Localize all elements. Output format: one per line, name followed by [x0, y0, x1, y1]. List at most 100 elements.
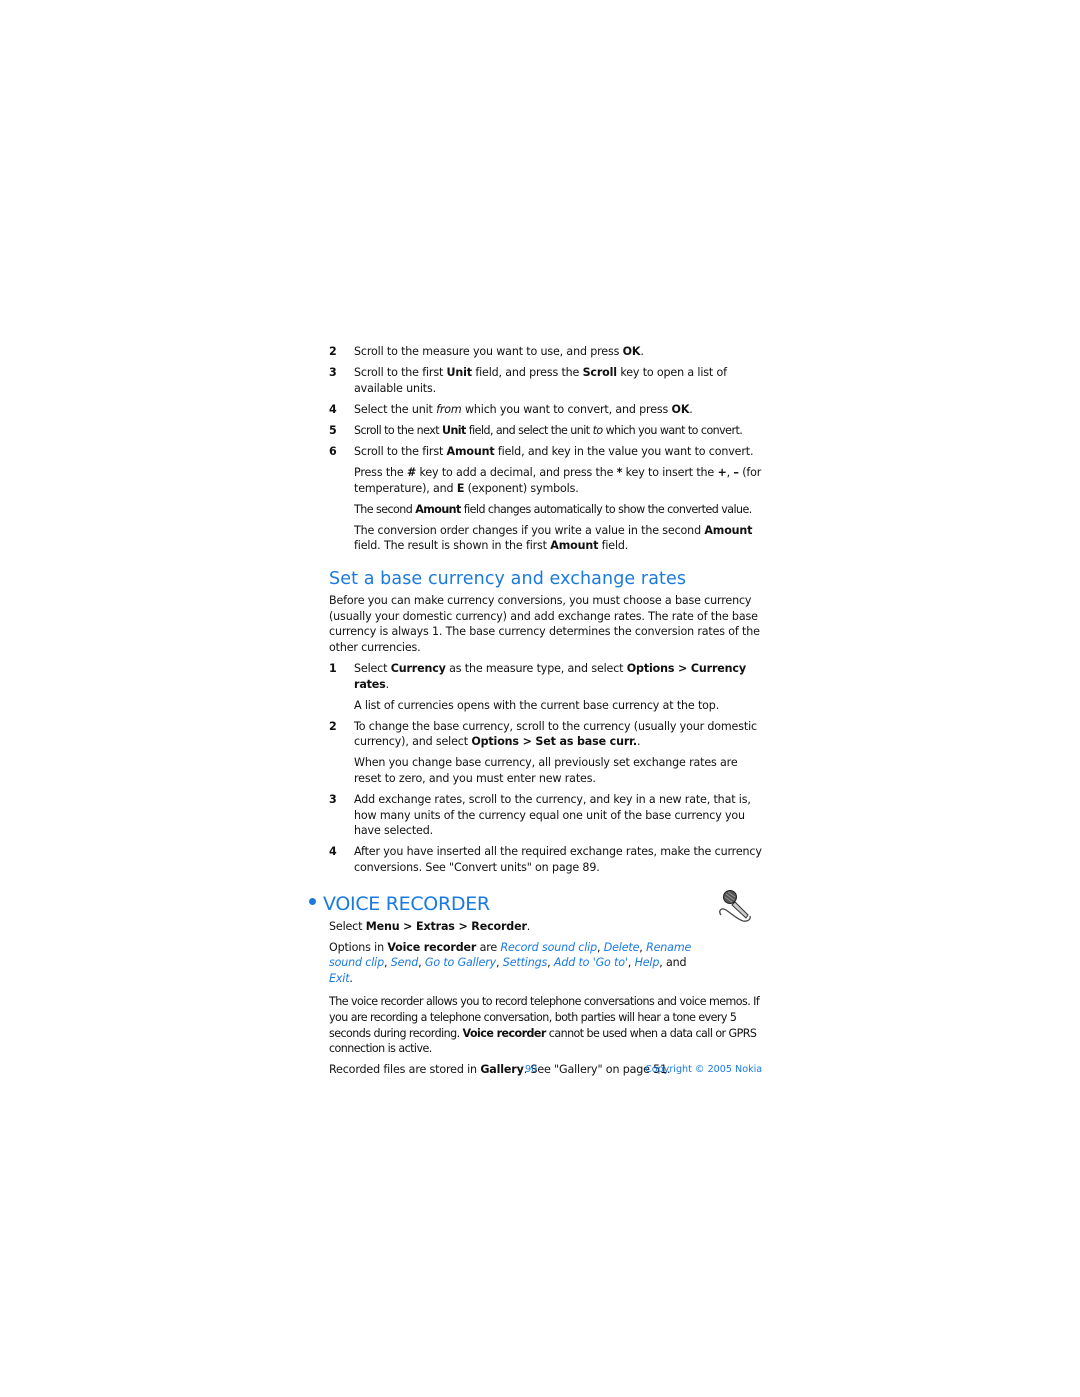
text-run: . [689, 402, 693, 416]
text-run: Currency [390, 661, 446, 675]
menu-option-text: Go to Gallery [424, 956, 497, 970]
step-number: 3 [329, 366, 337, 380]
currency-step: 3 Add exchange rates, scroll to the curre… [329, 792, 765, 839]
step-note: A list of currencies opens with the curr… [329, 698, 765, 714]
step-number: 6 [329, 444, 337, 458]
text-run: field changes automatically to show the … [460, 502, 753, 516]
currency-step: 1 Select Currency as the measure type, an… [329, 661, 765, 692]
text-run: key to add a decimal, and press the [416, 466, 617, 480]
text-run: Scroll to the first [354, 444, 447, 458]
text-run: , [596, 940, 604, 954]
step-number: 5 [329, 423, 337, 437]
text-run: , [547, 956, 554, 970]
menu-option-text: Delete [603, 940, 640, 954]
text-run: . [636, 735, 641, 749]
text-run: , and [659, 956, 687, 970]
page-number: 90 [525, 1064, 538, 1075]
text-run: Amount [415, 502, 461, 516]
text-run: field. [598, 539, 629, 553]
text-run: Gallery [480, 1063, 524, 1077]
text-run: + [717, 466, 727, 480]
text-run: Select the unit [354, 402, 437, 416]
currency-heading: Set a base currency and exchange rates [329, 569, 687, 590]
text-run: (exponent) symbols. [464, 481, 579, 495]
conversion-step: 5 Scroll to the next Unit field, and sele… [329, 423, 765, 439]
step-number: 3 [329, 793, 337, 807]
text-run: The conversion order changes if you writ… [354, 523, 705, 537]
step-number: 4 [329, 402, 337, 416]
step-note: Press the # key to add a decimal, and pr… [329, 465, 765, 496]
conversion-step: 2 Scroll to the measure you want to use, … [329, 344, 765, 360]
text-run: field, and select the unit [465, 423, 593, 437]
menu-option-text: Exit [329, 971, 350, 985]
text-run: Amount [446, 444, 495, 458]
menu-option-text: Settings [502, 956, 548, 970]
manual-page: 2 Scroll to the measure you want to use, … [309, 344, 765, 1083]
text-run: Unit [446, 366, 473, 380]
text-run: Add exchange rates, scroll to the curren… [354, 793, 751, 838]
microphone-icon [719, 890, 751, 922]
text-run: Select [354, 661, 391, 675]
text-run: . [349, 971, 353, 985]
text-run: , [418, 956, 425, 970]
text-run: Amount [550, 539, 599, 553]
step-note: The conversion order changes if you writ… [329, 523, 765, 554]
text-run: Recorded files are stored in [329, 1063, 481, 1077]
text-run: After you have inserted all the required… [354, 845, 762, 874]
menu-option-text: Record sound clip [500, 940, 597, 954]
currency-step: 4 After you have inserted all the require… [329, 844, 765, 875]
text-run: A list of currencies opens with the curr… [354, 698, 720, 712]
voice-recorder-select-path: Select Menu > Extras > Recorder. [329, 919, 765, 935]
text-run: Press the [354, 466, 407, 480]
text-run: field, and press the [471, 366, 583, 380]
text-run: which you want to convert, and press [461, 402, 672, 416]
voice-recorder-title: VOICE RECORDER [323, 892, 490, 915]
conversion-step: 6 Scroll to the first Amount field, and k… [329, 444, 765, 460]
text-run: which you want to convert. [602, 423, 743, 437]
text-run: The second [354, 502, 416, 516]
text-run: OK [622, 345, 641, 358]
menu-option-text: Add to 'Go to' [553, 956, 628, 970]
conversion-steps: 2 Scroll to the measure you want to use, … [329, 344, 765, 460]
text-run: are [476, 940, 501, 954]
text-run: , [384, 956, 391, 970]
text-run: Scroll to the first [354, 366, 447, 380]
text-run: # [406, 466, 417, 480]
text-run: Voice recorder [387, 940, 477, 954]
text-run: Scroll [582, 366, 618, 380]
text-run: . [526, 919, 531, 933]
text-run: , [627, 956, 635, 970]
currency-step: 2 To change the base currency, scroll to … [329, 719, 765, 750]
text-run: Options > Set as base curr. [471, 735, 637, 749]
text-run: OK [671, 402, 690, 416]
text-run: Scroll to the measure you want to use, a… [354, 345, 623, 358]
currency-intro: Before you can make currency conversions… [329, 594, 760, 654]
text-run: from [436, 402, 462, 416]
step-number: 2 [329, 345, 337, 358]
step-number: 2 [329, 719, 337, 733]
voice-recorder-description: The voice recorder allows you to record … [329, 994, 765, 1056]
text-run: Voice recorder [462, 1026, 547, 1040]
text-run: field. The result is shown in the first [354, 539, 551, 553]
step-note: The second Amount field changes automati… [329, 502, 765, 518]
step-note: When you change base currency, all previ… [329, 755, 765, 786]
text-run: Amount [704, 523, 753, 537]
text-run: Scroll to the next [354, 423, 442, 437]
conversion-step: 4 Select the unit from which you want to … [329, 402, 765, 418]
step-number: 4 [329, 845, 337, 859]
text-run: . [640, 345, 644, 358]
conversion-notes: Press the # key to add a decimal, and pr… [329, 465, 765, 554]
text-run: Unit [442, 423, 466, 437]
currency-steps: 1 Select Currency as the measure type, an… [329, 661, 765, 876]
text-run: to [592, 423, 604, 437]
bullet-icon [309, 897, 316, 905]
menu-option-text: Send [390, 956, 419, 970]
text-run: Options in [329, 940, 388, 954]
text-run: key to insert the [622, 466, 718, 480]
text-run: . [385, 677, 390, 691]
menu-option-text: Help [634, 956, 660, 970]
text-run: , [496, 956, 503, 970]
text-run: as the measure type, and select [445, 661, 627, 675]
text-run: field, and key in the value you want to … [494, 444, 754, 458]
voice-recorder-heading: VOICE RECORDER [307, 892, 765, 916]
